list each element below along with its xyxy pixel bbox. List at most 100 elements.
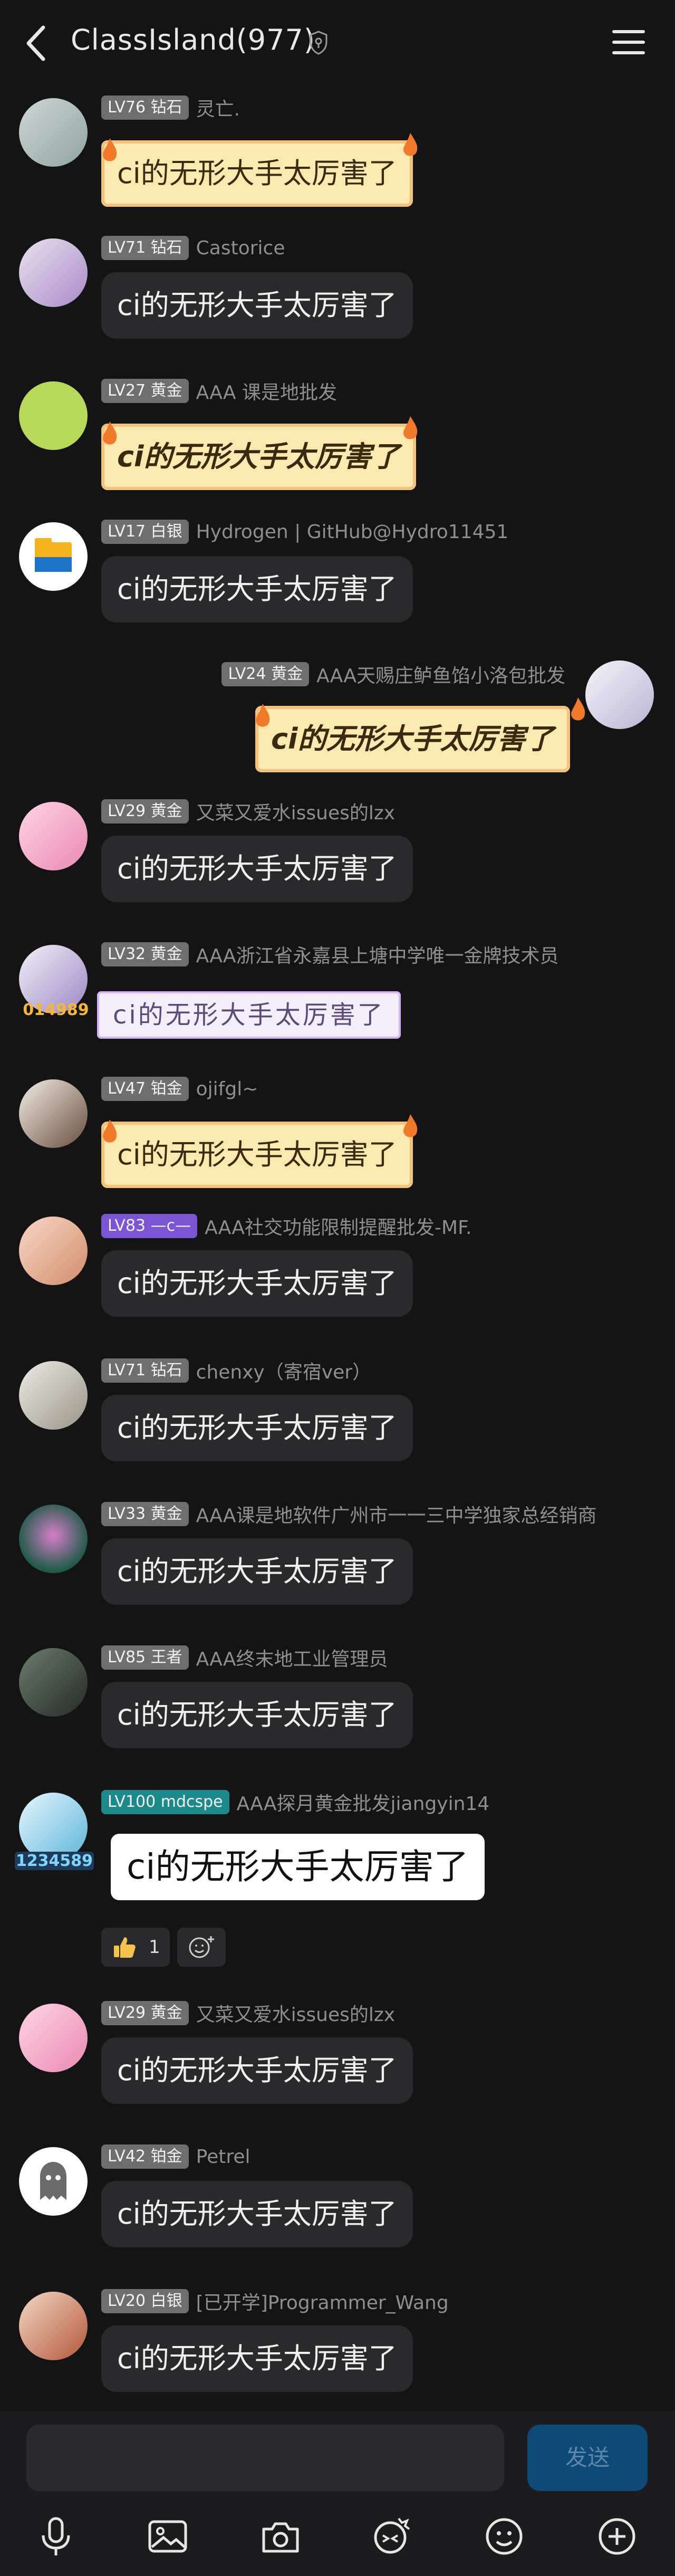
avatar[interactable]: [19, 1648, 88, 1717]
level-badge: LV76 钻石: [101, 95, 189, 120]
send-button[interactable]: 发送: [527, 2425, 648, 2491]
plus-icon[interactable]: [595, 2514, 639, 2559]
avatar[interactable]: [19, 2147, 88, 2216]
flame-decoration-icon: [403, 133, 418, 156]
avatar[interactable]: [19, 1505, 88, 1573]
message-meta: LV17 白银 Hydrogen | GitHub@Hydro11451: [101, 519, 508, 544]
message-meta: LV71 钻石 Castorice: [101, 235, 285, 261]
chat-title: ClassIsland(977): [71, 23, 315, 56]
avatar[interactable]: [19, 238, 88, 307]
flame-decoration-icon: [403, 416, 418, 439]
composer: 发送: [0, 2411, 675, 2576]
message-bubble[interactable]: ci的无形大手太厉害了: [101, 1538, 413, 1605]
message-bubble[interactable]: ci的无形大手太厉害了: [101, 1395, 413, 1461]
message-bubble[interactable]: ci的无形大手太厉害了: [255, 706, 570, 772]
sender-name[interactable]: ojifgl~: [196, 1078, 258, 1100]
thumbs-up-reaction[interactable]: 1: [101, 1928, 170, 1967]
sender-name[interactable]: AAA天赐庄鲈鱼馅小洛包批发: [316, 660, 565, 688]
message-bubble[interactable]: ci的无形大手太厉害了: [101, 1122, 413, 1188]
avatar[interactable]: [19, 802, 88, 870]
image-icon[interactable]: [146, 2514, 190, 2559]
message-bubble[interactable]: ci的无形大手太厉害了: [101, 140, 413, 207]
folder-icon: [35, 538, 72, 572]
sender-name[interactable]: [已开学]Programmer_Wang: [196, 2287, 449, 2315]
message-bubble[interactable]: ci的无形大手太厉害了: [101, 2181, 413, 2247]
message-item: LV24 黄金 AAA天赐庄鲈鱼馅小洛包批发 ci的无形大手太厉害了: [0, 660, 675, 783]
thumbs-up-icon: [114, 1937, 136, 1958]
flame-decoration-icon: [103, 1119, 117, 1143]
message-item: LV29 黄金 又菜又爱水issues的lzx ci的无形大手太厉害了: [0, 2000, 675, 2122]
message-meta: LV47 铂金 ojifgl~: [101, 1076, 258, 1102]
message-bubble[interactable]: ci的无形大手太厉害了: [101, 1250, 413, 1317]
reaction-count: 1: [149, 1937, 160, 1958]
message-bubble[interactable]: ci的无形大手太厉害了: [101, 836, 413, 902]
message-bubble[interactable]: ci的无形大手太厉害了: [101, 424, 416, 490]
flame-decoration-icon: [571, 697, 585, 721]
chat-header: ClassIsland(977): [0, 0, 675, 90]
message-bubble[interactable]: ci的无形大手太厉害了: [101, 2325, 413, 2392]
sender-name[interactable]: AAA课是地软件广州市一一三中学独家总经销商: [196, 1500, 597, 1528]
sender-name[interactable]: chenxy（寄宿ver）: [196, 1357, 371, 1384]
sender-name[interactable]: 又菜又爱水issues的lzx: [196, 1999, 395, 2027]
reaction-bar: 1: [101, 1928, 226, 1967]
avatar[interactable]: [585, 660, 654, 729]
camera-icon[interactable]: [258, 2514, 303, 2559]
level-badge: LV24 黄金: [221, 662, 310, 686]
message-meta: LV83 —c— AAA社交功能限制提醒批发-MF.: [101, 1213, 471, 1239]
message-bubble[interactable]: ci的无形大手太厉害了: [101, 272, 413, 339]
avatar[interactable]: [19, 1793, 88, 1861]
message-meta: LV29 黄金 又菜又爱水issues的lzx: [101, 2000, 395, 2026]
emoji-icon[interactable]: [482, 2514, 526, 2559]
message-bubble[interactable]: ci的无形大手太厉害了: [101, 556, 413, 623]
message-item: 014989 LV32 黄金 AAA浙江省永嘉县上塘中学唯一金牌技术员 ci的无…: [0, 942, 675, 1063]
sender-name[interactable]: AAA 课是地批发: [196, 377, 337, 405]
ghost-icon: [40, 2162, 66, 2200]
menu-icon[interactable]: [612, 26, 645, 58]
message-meta: LV76 钻石 灵亡.: [101, 95, 240, 120]
avatar[interactable]: [19, 1361, 88, 1430]
sender-name[interactable]: 灵亡.: [196, 94, 240, 121]
back-arrow-icon[interactable]: [21, 22, 53, 64]
message-item: LV42 铂金 Petrel ci的无形大手太厉害了: [0, 2144, 675, 2265]
level-badge: LV17 白银: [101, 520, 189, 544]
sender-name[interactable]: AAA社交功能限制提醒批发-MF.: [205, 1212, 471, 1240]
sender-name[interactable]: Castorice: [196, 237, 285, 259]
message-input[interactable]: [26, 2425, 504, 2491]
level-badge: LV32 黄金: [101, 942, 189, 966]
microphone-icon[interactable]: [34, 2514, 78, 2559]
message-meta: LV27 黄金 AAA 课是地批发: [101, 378, 337, 404]
message-meta: LV20 白银 [已开学]Programmer_Wang: [101, 2288, 449, 2314]
avatar[interactable]: [19, 2004, 88, 2072]
avatar[interactable]: [19, 98, 88, 167]
message-item: LV76 钻石 灵亡. ci的无形大手太厉害了: [0, 95, 675, 216]
level-badge: LV33 黄金: [101, 1502, 189, 1526]
sender-name[interactable]: AAA终末地工业管理员: [196, 1644, 388, 1671]
flame-decoration-icon: [403, 1114, 418, 1137]
message-meta: LV33 黄金 AAA课是地软件广州市一一三中学独家总经销商: [101, 1501, 597, 1527]
message-item: LV47 铂金 ojifgl~ ci的无形大手太厉害了: [0, 1076, 675, 1198]
sender-name[interactable]: 又菜又爱水issues的lzx: [196, 798, 395, 825]
avatar[interactable]: [19, 381, 88, 450]
message-item: LV71 钻石 Castorice ci的无形大手太厉害了: [0, 235, 675, 357]
sender-name[interactable]: Hydrogen | GitHub@Hydro11451: [196, 521, 509, 543]
flame-decoration-icon: [103, 422, 117, 445]
avatar[interactable]: [19, 522, 88, 591]
message-item: LV20 白银 [已开学]Programmer_Wang ci的无形大手太厉害了: [0, 2288, 675, 2410]
add-reaction-button[interactable]: [177, 1928, 226, 1967]
message-bubble[interactable]: ci的无形大手太厉害了: [111, 1834, 485, 1900]
sender-name[interactable]: AAA浙江省永嘉县上塘中学唯一金牌技术员: [196, 941, 559, 968]
message-bubble[interactable]: ci的无形大手太厉害了: [97, 991, 401, 1039]
sender-name[interactable]: Petrel: [196, 2146, 250, 2168]
avatar-frame-number: 014989: [23, 1001, 89, 1019]
avatar[interactable]: [19, 2292, 88, 2360]
message-meta: LV100 mdcspe AAA探月黄金批发jiangyin14: [101, 1789, 489, 1815]
level-badge: LV29 黄金: [101, 2001, 189, 2025]
sticker-icon[interactable]: [369, 2514, 413, 2559]
avatar[interactable]: [19, 1079, 88, 1148]
message-item: 1234589 LV100 mdcspe AAA探月黄金批发jiangyin14…: [0, 1789, 675, 1979]
avatar[interactable]: [19, 1217, 88, 1285]
level-badge: LV27 黄金: [101, 379, 189, 403]
message-bubble[interactable]: ci的无形大手太厉害了: [101, 1682, 413, 1748]
message-bubble[interactable]: ci的无形大手太厉害了: [101, 2037, 413, 2104]
sender-name[interactable]: AAA探月黄金批发jiangyin14: [237, 1788, 490, 1816]
